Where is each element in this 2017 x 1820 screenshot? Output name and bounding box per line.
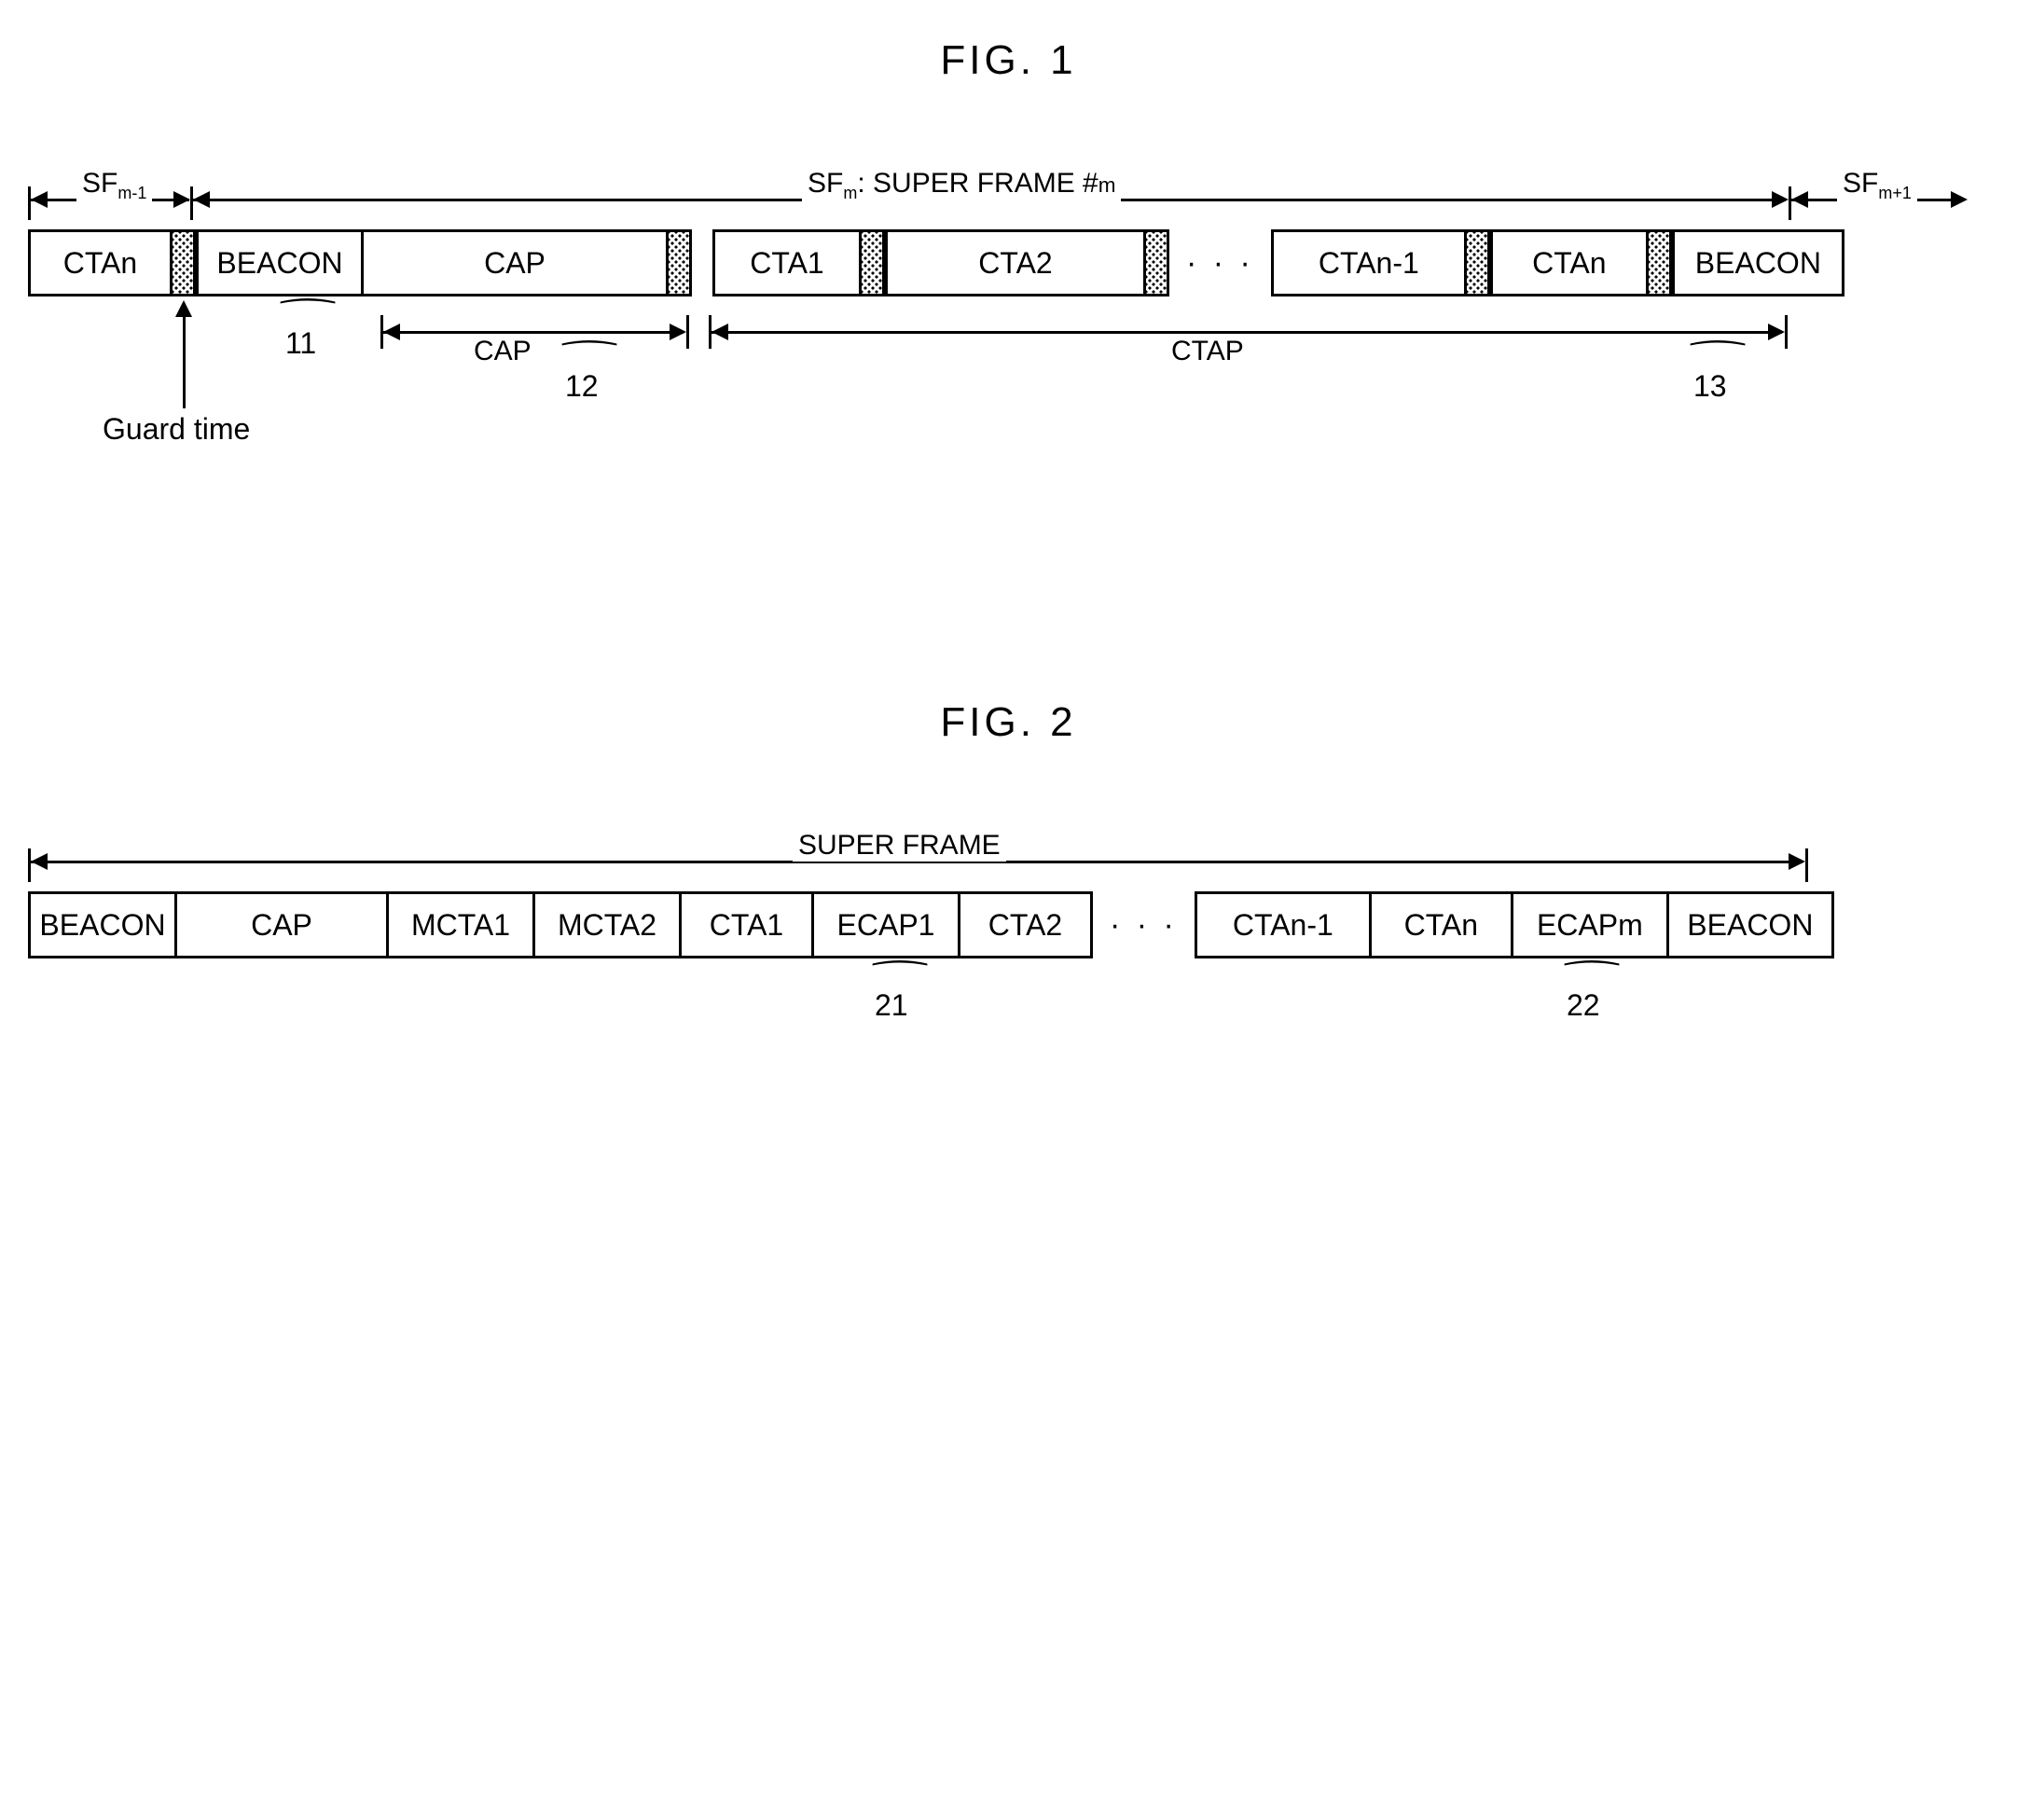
cell2-ctan: CTAn <box>1369 891 1513 958</box>
cell2-mcta1: MCTA1 <box>386 891 535 958</box>
cell-cta1: CTA1 <box>712 229 862 296</box>
cell2-ecap1: ECAP1 <box>811 891 960 958</box>
cell2-cta1: CTA1 <box>679 891 814 958</box>
fig2-title: FIG. 2 <box>28 699 1989 746</box>
guard-4 <box>1143 229 1169 296</box>
ref-22: 22 <box>1567 988 1600 1023</box>
cell2-ecapm: ECAPm <box>1511 891 1669 958</box>
ref-12: 12 <box>565 369 599 404</box>
ref-13: 13 <box>1693 369 1727 404</box>
fig2-top-dims: SUPER FRAME <box>28 839 1989 886</box>
dots-2: · · · <box>1093 891 1195 958</box>
guard-3 <box>859 229 885 296</box>
sf-next-label: SFm+1 <box>1837 168 1917 203</box>
sf-prev-label: SFm-1 <box>76 168 152 203</box>
cell-cap: CAP <box>361 229 669 296</box>
cell-ctan-1: CTAn-1 <box>1271 229 1467 296</box>
cell2-mcta2: MCTA2 <box>532 891 682 958</box>
guard-1 <box>170 229 196 296</box>
cell2-beacon2: BEACON <box>1666 891 1834 958</box>
guard-5 <box>1464 229 1490 296</box>
fig1-row: CTAn BEACON CAP CTA1 CTA2 · · · CTAn-1 C… <box>28 229 1844 296</box>
sf-main-label: SFmSFₘ: SUPER FRAME #m: SUPER FRAME #m <box>802 168 1121 203</box>
fig1-top-dims: SFm-1 SFmSFₘ: SUPER FRAME #m: SUPER FRAM… <box>28 177 1989 224</box>
ctap-dim-label: CTAP <box>1166 336 1250 367</box>
cell2-cta2: CTA2 <box>958 891 1093 958</box>
cell-ctan-prev: CTAn <box>28 229 173 296</box>
ref-21: 21 <box>875 988 908 1023</box>
cell-beacon1: BEACON <box>196 229 364 296</box>
fig2-row: BEACON CAP MCTA1 MCTA2 CTA1 ECAP1 CTA2 ·… <box>28 891 1834 958</box>
fig1-title: FIG. 1 <box>28 37 1989 84</box>
guard-time-label: Guard time <box>103 412 250 447</box>
cell-cta2: CTA2 <box>885 229 1146 296</box>
fig2: SUPER FRAME BEACON CAP MCTA1 MCTA2 CTA1 … <box>28 839 1989 1100</box>
fig1: SFm-1 SFmSFₘ: SUPER FRAME #m: SUPER FRAM… <box>28 177 1989 513</box>
cell-ctan: CTAn <box>1490 229 1649 296</box>
cell2-ctan-1: CTAn-1 <box>1195 891 1372 958</box>
cell-beacon2: BEACON <box>1672 229 1844 296</box>
cell2-beacon1: BEACON <box>28 891 177 958</box>
cap-dim-label: CAP <box>468 336 537 367</box>
dots-1: · · · <box>1169 229 1271 296</box>
cell2-cap: CAP <box>174 891 389 958</box>
superframe-label: SUPER FRAME <box>793 830 1006 862</box>
ref-11: 11 <box>285 326 316 361</box>
guard-2 <box>666 229 692 296</box>
guard-6 <box>1646 229 1672 296</box>
